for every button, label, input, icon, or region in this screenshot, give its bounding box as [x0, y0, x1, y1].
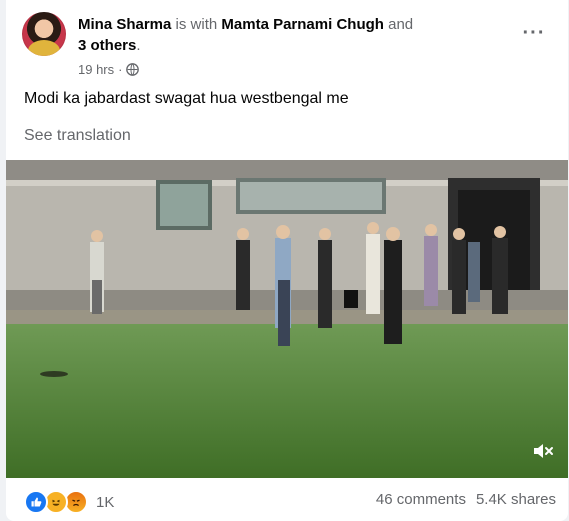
- author-avatar[interactable]: [22, 12, 66, 56]
- and-text: and: [388, 16, 414, 33]
- meta-separator: ·: [118, 62, 123, 77]
- with-text: is with: [175, 16, 218, 33]
- avatar-dress: [28, 40, 60, 56]
- post-text: Modi ka jabardast swagat hua westbengal …: [24, 90, 349, 107]
- globe-icon[interactable]: [126, 63, 140, 76]
- author-name[interactable]: Mina Sharma: [78, 16, 171, 33]
- others-link[interactable]: 3 others: [78, 37, 136, 54]
- post-card: Mina Sharma is with Mamta Parnami Chugh …: [6, 0, 568, 521]
- post-header: Mina Sharma is with Mamta Parnami Chugh …: [6, 0, 568, 86]
- tagged-person[interactable]: Mamta Parnami Chugh: [221, 16, 384, 33]
- more-options-icon[interactable]: ···: [518, 20, 550, 46]
- like-reaction-icon: [24, 490, 48, 514]
- shares-count[interactable]: 5.4K shares: [476, 491, 556, 508]
- video-frame: [6, 160, 568, 478]
- see-translation-link[interactable]: See translation: [24, 127, 131, 145]
- comments-count[interactable]: 46 comments: [376, 491, 466, 508]
- reactions-summary[interactable]: 1K: [24, 490, 114, 514]
- period: .: [136, 37, 141, 54]
- post-attribution: Mina Sharma is with Mamta Parnami Chugh …: [78, 14, 498, 56]
- reaction-count[interactable]: 1K: [96, 494, 114, 511]
- post-meta: 19 hrs ·: [78, 62, 140, 77]
- video-player[interactable]: [6, 160, 568, 478]
- post-time[interactable]: 19 hrs: [78, 62, 114, 77]
- post-stats: 46 comments 5.4K shares: [376, 491, 556, 508]
- post-footer: 1K 46 comments 5.4K shares: [6, 478, 568, 521]
- speaker-muted-icon[interactable]: [530, 438, 556, 464]
